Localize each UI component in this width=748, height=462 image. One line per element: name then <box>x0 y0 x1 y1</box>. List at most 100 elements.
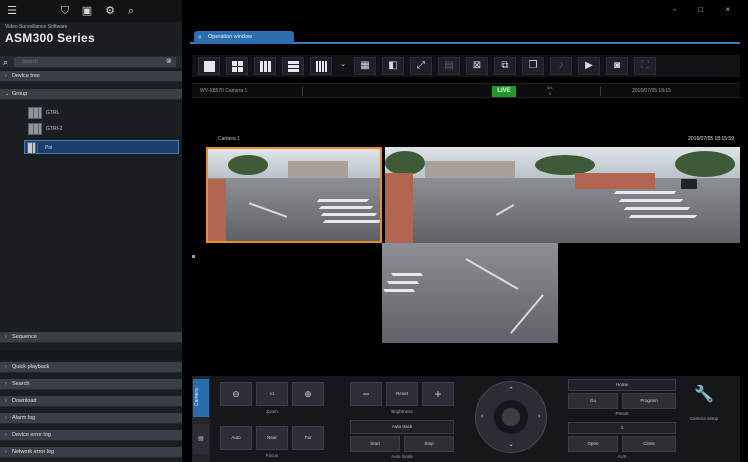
layout-9-button[interactable] <box>254 57 276 75</box>
crosswalk-stripe <box>613 191 677 194</box>
tab-operation-window[interactable]: ⌕ Operation window <box>194 31 294 44</box>
camera-tile-3[interactable] <box>382 243 558 343</box>
focus-auto-button[interactable]: Auto <box>220 426 252 450</box>
tree-item-gtrl[interactable]: GTRL <box>26 106 181 120</box>
close-button[interactable]: × <box>725 5 740 14</box>
layout-custom-button[interactable]: ▦ <box>354 57 376 75</box>
preset-home-select[interactable]: Home <box>568 379 676 391</box>
playback-button[interactable]: ▶ <box>578 57 600 75</box>
section-sequence[interactable]: › Sequence <box>0 332 182 343</box>
minimize-button[interactable]: - <box>673 5 686 14</box>
brightness-minus-button[interactable]: − <box>350 382 382 406</box>
crosswalk-stripe <box>322 220 380 223</box>
arrow-right-icon[interactable]: › <box>538 413 540 420</box>
tab-other[interactable]: ▤ <box>193 424 209 454</box>
shield-icon[interactable]: ⛉ <box>58 4 72 18</box>
menu-icon[interactable]: ☰ <box>5 4 19 18</box>
copy-button[interactable]: ❐ <box>522 57 544 75</box>
group-icon <box>28 107 42 119</box>
ptz-joystick[interactable]: ⌃ ⌄ ‹ › <box>475 381 547 453</box>
gear-icon[interactable]: ⚙ <box>103 4 117 18</box>
section-quick-playback[interactable]: › Quick playback <box>0 362 182 373</box>
clear-icon[interactable]: ⊗ <box>166 56 172 68</box>
focus-far-button[interactable]: Far <box>292 426 324 450</box>
tab-camera[interactable]: Camera <box>193 379 209 417</box>
preset-program-button[interactable]: Program <box>622 393 676 409</box>
video-trees <box>228 155 268 175</box>
zoom-in-icon: ⊕ <box>304 389 312 399</box>
camera-icon: ◙ <box>613 60 621 71</box>
layout-1-button[interactable] <box>198 57 220 75</box>
zoom-out-button[interactable]: ⊖ <box>220 382 252 406</box>
focus-near-button[interactable]: Near <box>256 426 288 450</box>
arrow-up-icon[interactable]: ⌃ <box>508 386 514 394</box>
copy-icon: ❐ <box>528 60 538 71</box>
section-group[interactable]: ⌄ Group <box>0 89 182 100</box>
camera-tile-1[interactable] <box>206 147 382 243</box>
brightness-plus-button[interactable]: + <box>422 382 454 406</box>
video-area[interactable]: Camera 1 2016/07/05 18:15:59 <box>192 100 740 365</box>
auto-mode-start-button[interactable]: Start <box>350 436 400 452</box>
tree-item-pol[interactable]: Pol <box>24 140 179 154</box>
crosswalk-stripe <box>628 215 698 218</box>
chevron-right-icon: › <box>5 364 7 370</box>
video-car <box>681 179 697 189</box>
section-device-error-log[interactable]: › Device error log <box>0 430 182 441</box>
audio-button[interactable]: ♪ <box>550 57 572 75</box>
layout-25-button[interactable] <box>310 57 332 75</box>
layout-dropdown-button[interactable]: ⌄ <box>338 57 350 75</box>
close-window-button[interactable]: ⊠ <box>466 57 488 75</box>
video-sidewalk <box>385 173 413 243</box>
video-building <box>288 161 348 179</box>
fullscreen-button[interactable]: ⤢ <box>410 57 432 75</box>
layout-split-button[interactable]: ◧ <box>382 57 404 75</box>
sequence-button[interactable]: ▤ <box>438 57 460 75</box>
crosswalk-stripe <box>623 207 691 210</box>
video-trees <box>535 155 595 175</box>
divider <box>600 87 601 96</box>
plus-icon: + <box>434 387 442 401</box>
chevron-right-icon: › <box>5 398 7 404</box>
search-icon[interactable]: ⌕ <box>124 4 138 18</box>
window-controls[interactable]: - □ × <box>673 5 740 14</box>
search-input[interactable] <box>14 57 176 67</box>
preset-go-button[interactable]: Go <box>568 393 618 409</box>
crosswalk-stripe <box>391 273 423 276</box>
aux-open-button[interactable]: Open <box>568 436 618 452</box>
zoom-in-button[interactable]: ⊕ <box>292 382 324 406</box>
section-network-error-log[interactable]: › Network error log <box>0 447 182 458</box>
snapshot-button[interactable]: ◙ <box>606 57 628 75</box>
section-alarm-log[interactable]: › Alarm log <box>0 413 182 424</box>
layout-16-button[interactable] <box>282 57 304 75</box>
crosswalk-stripe <box>618 199 684 202</box>
tree-item-gtri-2[interactable]: GTRI-2 <box>26 122 181 136</box>
arrow-down-icon[interactable]: ⌄ <box>508 440 514 448</box>
divider <box>302 87 303 96</box>
layout-4-button[interactable] <box>226 57 248 75</box>
section-download[interactable]: › Download <box>0 396 182 407</box>
capture-button[interactable]: ⧉ <box>494 57 516 75</box>
aux-close-button[interactable]: Close <box>622 436 676 452</box>
video-trees <box>385 151 425 175</box>
scroll-indicator[interactable] <box>192 255 195 258</box>
chevron-down-icon: ⌄ <box>340 61 346 68</box>
auto-mode-select[interactable]: Auto track <box>350 420 454 434</box>
section-device-tree[interactable]: › Device tree <box>0 71 182 82</box>
zoom-x1-button[interactable]: x1 <box>256 382 288 406</box>
crosswalk-stripe <box>316 199 370 202</box>
camera-setup-label: Camera setup <box>689 416 719 421</box>
aux-number-select[interactable]: 1 <box>568 422 676 434</box>
preset-label: Preset <box>615 411 629 416</box>
section-search[interactable]: › Search <box>0 379 182 390</box>
search-icon: ⌕ <box>198 34 202 41</box>
maximize-button[interactable]: □ <box>698 5 713 14</box>
camera-control-panel: Camera ▤ ⊖ x1 ⊕ Zoom Auto Near Far Focus… <box>192 376 740 462</box>
user-button[interactable]: ⛶ <box>634 57 656 75</box>
minus-icon: − <box>362 387 370 401</box>
camera-tile-2[interactable] <box>385 147 740 243</box>
auto-mode-stop-button[interactable]: Stop <box>404 436 454 452</box>
monitor-icon[interactable]: ▣ <box>80 4 94 18</box>
wrench-icon[interactable]: 🔧 <box>694 384 714 404</box>
brightness-reset-button[interactable]: Reset <box>386 382 418 406</box>
arrow-left-icon[interactable]: ‹ <box>481 413 483 420</box>
